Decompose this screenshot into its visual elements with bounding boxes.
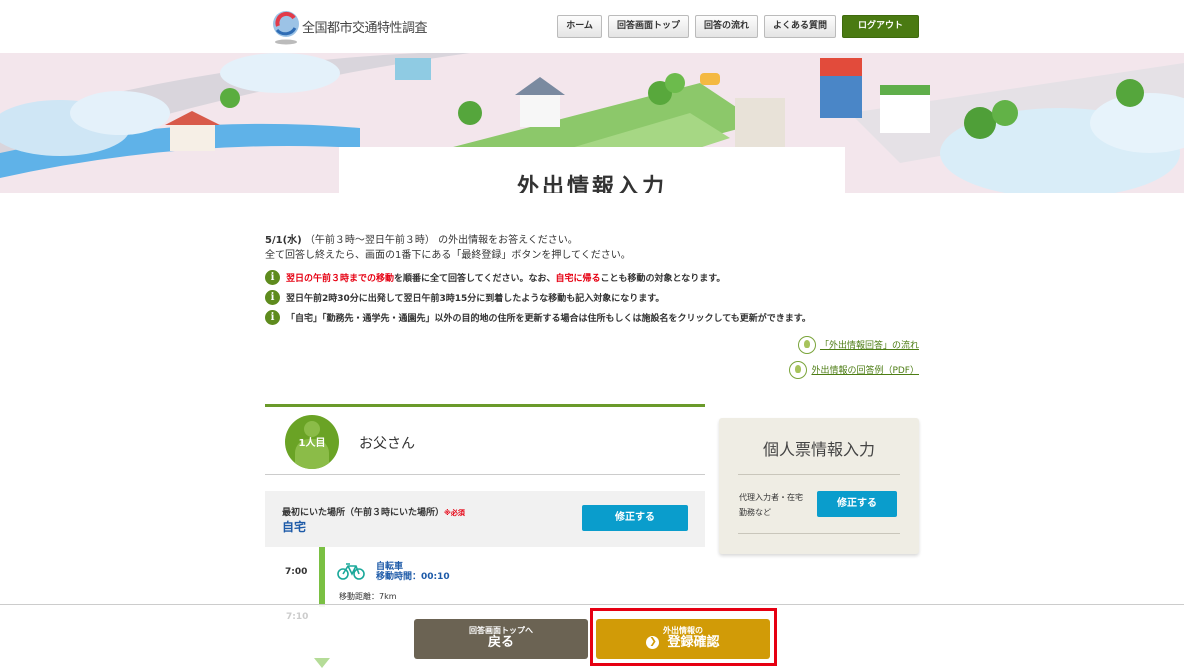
info-icon: i xyxy=(265,270,280,285)
bicycle-icon xyxy=(337,563,365,580)
person-number: 1人目 xyxy=(298,438,326,449)
example-pdf-link-label[interactable]: 外出情報の回答例（PDF） xyxy=(811,363,919,376)
person-panel: 1人目 お父さん 最初にいた場所（午前３時にいた場所）※必須 自宅 修正する 7… xyxy=(265,404,705,607)
nav-faq-button[interactable]: よくある質問 xyxy=(763,15,836,38)
note-item: i 「自宅」「勤務先・通学先・通園先」以外の目的地の住所を更新する場合は住所もし… xyxy=(265,308,925,327)
lightbulb-icon xyxy=(797,335,816,354)
trip-mode[interactable]: 自転車 移動時間：00:10 xyxy=(376,562,450,582)
trip-distance: 移動距離：7km xyxy=(339,592,397,601)
first-place-edit-button[interactable]: 修正する xyxy=(582,505,688,531)
header-nav: ホーム 回答画面トップ 回答の流れ よくある質問 ログアウト xyxy=(557,15,919,38)
note-text: ことも移動の対象となります。 xyxy=(600,274,726,284)
highlight-box xyxy=(590,608,777,666)
note-highlight: 翌日の午前３時までの移動 xyxy=(286,274,395,284)
target-range: （午前３時～翌日午前３時） xyxy=(304,235,435,246)
flow-help-link-label[interactable]: 「外出情報回答」の流れ xyxy=(820,338,919,351)
site-name: 全国都市交通特性調査 xyxy=(302,21,428,36)
intro-line2: 全て回答し終えたら、画面の1番下にある「最終登録」ボタンを押してください。 xyxy=(265,250,631,261)
intro-text: 5/1(水) （午前３時～翌日午前３時） の外出情報をお答えください。 全て回答… xyxy=(265,233,925,263)
example-pdf-link[interactable]: 外出情報の回答例（PDF） xyxy=(789,360,919,379)
lightbulb-icon xyxy=(789,360,808,379)
first-place-value: 自宅 xyxy=(282,520,307,534)
intro-suffix: の外出情報をお答えください。 xyxy=(438,235,578,246)
page-title: 外出情報入力 xyxy=(516,175,667,193)
person-name: お父さん xyxy=(359,436,415,452)
nav-home-button[interactable]: ホーム xyxy=(557,15,602,38)
timeline-bar xyxy=(319,547,325,607)
note-highlight: 自宅に帰る xyxy=(555,274,601,284)
first-place-label: 最初にいた場所（午前３時にいた場所）※必須 xyxy=(282,505,465,518)
trip-mode-label[interactable]: 自転車 xyxy=(376,562,450,572)
notes-list: i 翌日の午前３時までの移動を順番に全て回答してください。なお、自宅に帰ることも… xyxy=(265,268,925,328)
personal-info-label-line2: 勤務など xyxy=(739,508,771,517)
timeline-arrow-icon xyxy=(314,658,330,668)
note-text: 「自宅」「勤務先・通学先・通園先」以外の目的地の住所を更新する場合は住所もしくは… xyxy=(286,314,811,324)
personal-info-panel: 個人票情報入力 代理入力者・在宅 勤務など 修正する xyxy=(719,418,919,554)
note-text: を順番に全て回答してください。なお、 xyxy=(394,274,556,284)
info-icon: i xyxy=(265,290,280,305)
note-text: 翌日午前2時30分に出発して翌日午前3時15分に到着したような移動も記入対象にな… xyxy=(286,294,665,304)
hero-banner: 外出情報入力 xyxy=(0,53,1184,193)
nav-answer-top-button[interactable]: 回答画面トップ xyxy=(607,15,689,38)
divider xyxy=(738,474,900,475)
help-links: 「外出情報回答」の流れ 外出情報の回答例（PDF） xyxy=(789,335,919,385)
personal-info-label-line1: 代理入力者・在宅 xyxy=(739,493,803,502)
logout-button[interactable]: ログアウト xyxy=(841,15,919,38)
info-icon: i xyxy=(265,310,280,325)
back-to-top-button[interactable]: 回答画面トップへ 戻る xyxy=(414,619,588,659)
personal-info-label: 代理入力者・在宅 勤務など xyxy=(739,490,803,520)
required-badge: ※必須 xyxy=(444,509,465,517)
note-item: i 翌日の午前３時までの移動を順番に全て回答してください。なお、自宅に帰ることも… xyxy=(265,268,925,287)
person-header: 1人目 お父さん xyxy=(265,404,705,475)
nav-answer-flow-button[interactable]: 回答の流れ xyxy=(694,15,758,38)
person-avatar: 1人目 xyxy=(285,415,339,469)
first-place-label-text: 最初にいた場所（午前３時にいた場所） xyxy=(282,508,445,518)
site-header: 全国都市交通特性調査 ホーム 回答画面トップ 回答の流れ よくある質問 ログアウ… xyxy=(0,0,1184,53)
next-trip-time: 7:10 xyxy=(286,612,309,622)
first-place-row: 最初にいた場所（午前３時にいた場所）※必須 自宅 修正する xyxy=(265,491,705,547)
target-date: 5/1(水) xyxy=(265,235,302,246)
page-title-box: 外出情報入力 xyxy=(339,147,845,193)
back-button-label: 戻る xyxy=(487,635,514,650)
trip-duration: 移動時間：00:10 xyxy=(376,572,450,582)
flow-help-link[interactable]: 「外出情報回答」の流れ xyxy=(789,335,919,354)
note-item: i 翌日午前2時30分に出発して翌日午前3時15分に到着したような移動も記入対象… xyxy=(265,288,925,307)
personal-info-title: 個人票情報入力 xyxy=(762,440,875,459)
divider xyxy=(738,533,900,534)
personal-info-edit-button[interactable]: 修正する xyxy=(817,491,897,517)
back-button-small-label: 回答画面トップへ xyxy=(469,626,533,635)
trip-time: 7:00 xyxy=(285,567,308,577)
